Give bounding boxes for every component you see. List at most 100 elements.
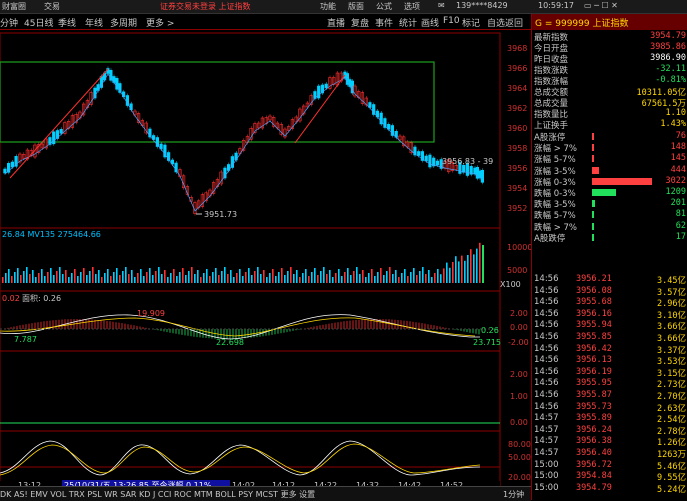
distribution-bar <box>592 200 595 208</box>
quote-field-value: 3985.86 <box>650 42 686 52</box>
tab-season[interactable]: 季线 <box>58 16 76 29</box>
distribution-bar <box>592 177 652 185</box>
volume-bar <box>47 272 49 283</box>
volume-bar <box>179 272 181 283</box>
volume-bar <box>209 276 211 283</box>
btn-back-watchlist[interactable]: 自选返回 <box>487 16 523 29</box>
volume-bar <box>266 277 268 283</box>
volume-bar <box>365 277 367 283</box>
vol-tick-10000: 10000 <box>507 243 531 252</box>
volume-bar <box>242 276 244 283</box>
tick-time: 14:56 <box>534 308 559 319</box>
distribution-value: 1209 <box>665 187 686 197</box>
tick-time: 14:56 <box>534 390 559 400</box>
tick-volume: 3.66亿 <box>657 322 686 333</box>
tick-time: 14:56 <box>534 355 559 366</box>
indicator-bar: DK AS! EMV VOL TRX PSL WR SAR KD J CCI R… <box>0 486 531 501</box>
menu-item-function[interactable]: 功能 <box>320 1 336 12</box>
quote-field-value: 1.10 <box>665 108 686 118</box>
volume-bar <box>464 260 466 283</box>
tick-row: 14:56 3955.87 2.70亿 <box>534 390 686 402</box>
volume-bar <box>5 273 7 283</box>
volume-bar <box>449 267 451 283</box>
volume-bar <box>344 272 346 283</box>
quote-panel: G = 999999 上证指数 最新指数 3954.79 今日开盘 3985.86 昨日… <box>531 14 687 500</box>
volume-bar <box>161 274 163 283</box>
indicator-list[interactable]: DK AS! EMV VOL TRX PSL WR SAR KD J CCI R… <box>0 489 315 500</box>
tick-volume: 3.53亿 <box>657 357 686 368</box>
volume-bar <box>104 273 106 283</box>
volume-bar-last <box>482 245 484 283</box>
volume-bar <box>326 274 328 283</box>
volume-bar <box>398 277 400 283</box>
btn-event[interactable]: 事件 <box>375 16 393 29</box>
svg-text:0.00: 0.00 <box>510 323 528 332</box>
candlestick-series <box>3 66 485 216</box>
tab-year[interactable]: 年线 <box>85 16 103 29</box>
tick-volume: 5.46亿 <box>657 461 686 472</box>
quote-field-row: 总成交量 67561.5万 <box>534 97 686 109</box>
volume-bar <box>131 270 133 283</box>
volume-bar <box>110 276 112 283</box>
volume-bar <box>176 276 178 283</box>
tick-row: 14:56 3955.73 2.63亿 <box>534 401 686 414</box>
login-notice[interactable]: 证券交易未登录 上证指数 <box>160 1 251 12</box>
volume-bar <box>191 267 193 283</box>
account-label[interactable]: 139****8429 <box>456 1 508 10</box>
btn-replay[interactable]: 复盘 <box>351 16 369 29</box>
volume-bar <box>80 272 82 283</box>
volume-bar <box>125 267 127 283</box>
price-tick: 3954 <box>507 184 527 193</box>
window-controls[interactable]: ▭ ─ ☐ ✕ <box>584 1 618 10</box>
volume-bar <box>38 273 40 283</box>
svg-text:2.00: 2.00 <box>510 309 528 318</box>
menu-item-formula[interactable]: 公式 <box>376 1 392 12</box>
tick-price: 3956.38 <box>576 436 612 447</box>
volume-bar <box>302 273 304 283</box>
mail-icon[interactable]: ✉ <box>438 1 445 10</box>
svg-text:2.00: 2.00 <box>510 370 528 379</box>
distribution-label: 跌幅 5-7% <box>534 211 576 222</box>
menu-item-wealth[interactable]: 财富圈 <box>2 1 26 12</box>
btn-stats[interactable]: 统计 <box>399 16 417 29</box>
volume-bar <box>380 268 382 283</box>
tab-minute[interactable]: 分钟 <box>0 16 18 29</box>
price-axis: 3968 3966 3964 3962 3960 3958 3956 3954 3952 <box>507 44 527 213</box>
tick-price: 3955.94 <box>576 320 612 331</box>
menu-item-options[interactable]: 选项 <box>404 1 420 12</box>
distribution-value: 76 <box>675 131 686 141</box>
distribution-bar <box>592 166 600 174</box>
volume-bar <box>65 270 67 283</box>
period-button[interactable]: 1分钟 <box>503 489 524 500</box>
distribution-bar <box>592 144 594 152</box>
volume-bar <box>461 255 463 283</box>
tick-time: 14:56 <box>534 401 559 412</box>
tick-row: 14:56 3955.68 2.96亿 <box>534 297 686 309</box>
tick-price: 3956.72 <box>576 459 612 470</box>
tick-row: 14:56 3956.19 3.15亿 <box>534 366 686 379</box>
tab-multi-period[interactable]: 多周期 <box>110 16 137 29</box>
btn-draw[interactable]: 画线 <box>421 16 439 29</box>
volume-bar <box>2 277 4 283</box>
volume-bar <box>95 274 97 283</box>
volume-bar <box>389 267 391 283</box>
volume-bar <box>35 277 37 283</box>
tick-volume: 3.57亿 <box>657 287 686 298</box>
kline-chart-area[interactable]: 3968 3966 3964 3962 3960 3958 3956 3954 3952 395… <box>0 30 531 492</box>
tick-price: 3955.73 <box>576 401 612 412</box>
volume-bar <box>239 269 241 283</box>
volume-bar <box>251 275 253 283</box>
menu-item-layout[interactable]: 版面 <box>348 1 364 12</box>
tab-45day[interactable]: 45日线 <box>24 16 53 29</box>
tab-more[interactable]: 更多 > <box>146 16 174 29</box>
quote-field-value: 3954.79 <box>650 31 686 41</box>
volume-bar <box>332 277 334 283</box>
volume-bar <box>134 277 136 283</box>
btn-f10[interactable]: F10 <box>443 16 460 26</box>
menu-item-trade[interactable]: 交易 <box>44 1 60 12</box>
btn-mark[interactable]: 标记 <box>462 16 480 29</box>
tick-time: 14:56 <box>534 366 559 377</box>
volume-bar <box>269 273 271 283</box>
tick-time: 14:56 <box>534 297 559 308</box>
btn-live[interactable]: 直播 <box>327 16 345 29</box>
